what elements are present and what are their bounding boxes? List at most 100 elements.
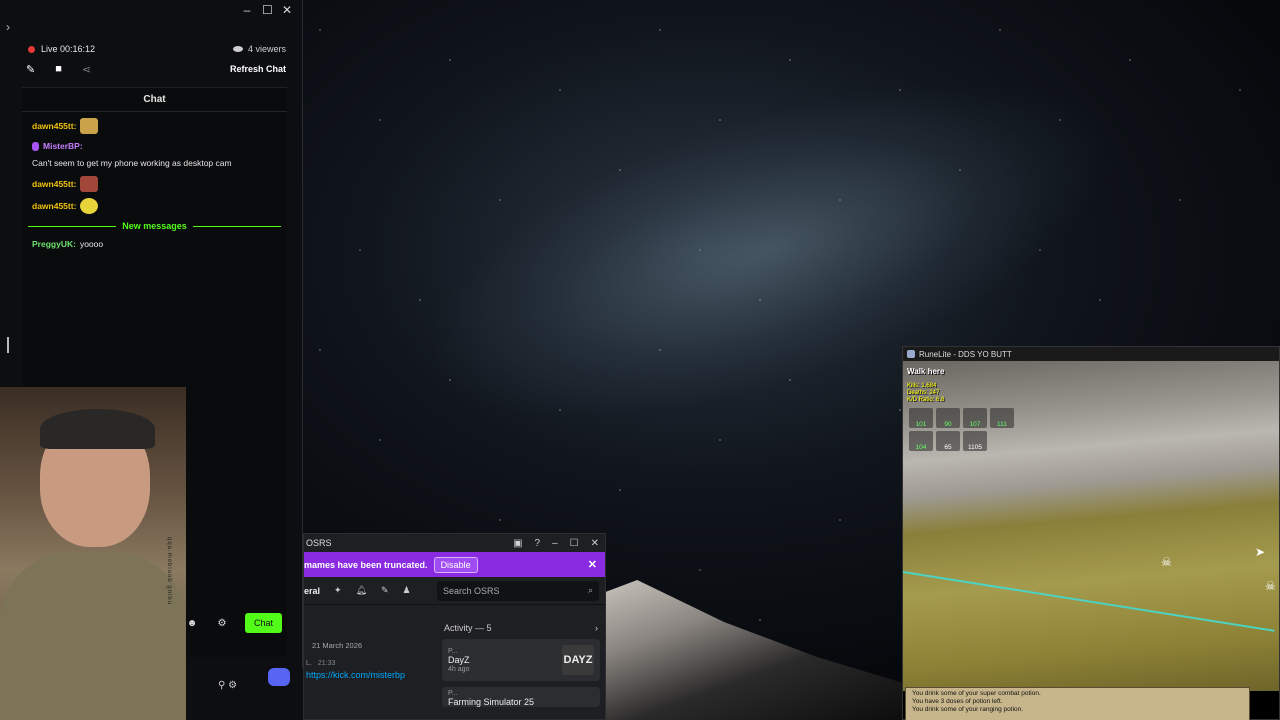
camera-icon[interactable]: ■ bbox=[55, 63, 62, 76]
chat-message: dawn455tt: bbox=[22, 173, 287, 195]
live-status: Live 00:16:12 bbox=[28, 44, 95, 54]
chat-input-controls: ☻ ⚙ Chat bbox=[185, 613, 283, 633]
stat-defence: 107 bbox=[963, 408, 987, 428]
discord-channel-title: OSRS bbox=[306, 538, 332, 548]
kdr-overlay: Kills: 1,684 Deaths: 247 K/D Ratio: 6.8 bbox=[907, 383, 944, 404]
pin-icon[interactable]: ✎ bbox=[381, 585, 389, 596]
threads-icon[interactable]: ✦ bbox=[334, 585, 342, 596]
runelite-window: RuneLite - DDS YO BUTT Walk here Kills: … bbox=[902, 346, 1280, 720]
chat-message: dawn455tt: bbox=[22, 115, 287, 137]
banner-text: mames have been truncated. bbox=[304, 559, 428, 570]
message-author[interactable]: L. bbox=[306, 660, 312, 667]
stat-prayer: 65 bbox=[936, 431, 960, 451]
runelite-title: RuneLite - DDS YO BUTT bbox=[919, 349, 1012, 359]
game-chat-line: You have 3 doses of potion left. bbox=[912, 698, 1003, 705]
search-input[interactable]: Search OSRS ⌕ bbox=[437, 580, 599, 601]
toolbar: ✎ ■ ⋖ bbox=[26, 63, 91, 76]
dayz-logo: DAYZ bbox=[562, 645, 594, 675]
subscriber-badge-icon bbox=[32, 142, 39, 151]
viewer-count: 4 viewers bbox=[232, 44, 286, 54]
disable-button[interactable]: Disable bbox=[433, 556, 478, 573]
search-icon: ⌕ bbox=[587, 585, 593, 595]
channel-tab[interactable]: eral bbox=[304, 586, 320, 596]
kick-link[interactable]: https://kick.com/misterbp bbox=[306, 669, 416, 682]
game-chatbox[interactable]: You drink some of your super combat poti… bbox=[905, 687, 1250, 720]
message-time: 21:33 bbox=[317, 660, 336, 667]
live-timer: Live 00:16:12 bbox=[41, 44, 96, 54]
wilderness-line bbox=[902, 571, 1275, 632]
emote-icon bbox=[80, 198, 99, 214]
chevron-right-icon: › bbox=[595, 623, 598, 633]
refresh-chat-button[interactable]: Refresh Chat bbox=[230, 64, 286, 74]
activity-user: P... bbox=[448, 647, 458, 655]
chat-username[interactable]: dawn455tt: bbox=[32, 178, 76, 191]
bell-icon[interactable]: 🔔︎ bbox=[356, 585, 367, 596]
activity-card[interactable]: P... DayZ 4h ago DAYZ bbox=[442, 639, 600, 681]
chat-username[interactable]: PreggyUK: bbox=[32, 238, 76, 251]
date-divider: 21 March 2026 bbox=[312, 641, 363, 650]
help-icon[interactable]: ? bbox=[535, 538, 541, 549]
game-viewport[interactable]: Walk here Kills: 1,684 Deaths: 247 K/D R… bbox=[902, 361, 1279, 691]
runelite-logo-icon bbox=[907, 350, 915, 358]
new-messages-divider: New messages bbox=[22, 217, 287, 235]
message-meta: L. 21:33 bbox=[306, 660, 434, 667]
close-banner-icon[interactable]: ✕ bbox=[588, 558, 597, 571]
inbox-icon[interactable]: ▣ bbox=[513, 538, 522, 549]
members-icon[interactable]: ♟ bbox=[403, 585, 411, 596]
close-icon[interactable]: ✕ bbox=[282, 3, 292, 17]
chat-username[interactable]: dawn455tt: bbox=[32, 200, 76, 213]
send-chat-button[interactable]: Chat bbox=[245, 613, 283, 633]
game-title: DayZ bbox=[448, 654, 470, 665]
chevron-right-icon[interactable]: › bbox=[6, 20, 10, 34]
viewers-label: 4 viewers bbox=[247, 44, 286, 54]
minimize-icon[interactable]: – bbox=[242, 3, 252, 17]
discord-icon[interactable] bbox=[268, 668, 290, 686]
chat-message: dawn455tt: bbox=[22, 195, 287, 217]
chat-username[interactable]: dawn455tt: bbox=[32, 120, 76, 133]
maximize-icon[interactable]: ☐ bbox=[570, 538, 579, 549]
eye-icon bbox=[232, 46, 243, 52]
chat-message: PreggyUK: yoooo bbox=[22, 235, 287, 254]
chat-message: MisterBP: Can't seem to get my phone wor… bbox=[22, 137, 287, 173]
kills-count: Kills: 1,684 bbox=[907, 383, 937, 389]
discord-overlay: OSRS ▣ ? – ☐ ✕ mames have been truncated… bbox=[303, 533, 606, 720]
kd-ratio: K/D Ratio: 6.8 bbox=[907, 397, 945, 403]
game-title: Farming Simulator 25 bbox=[448, 697, 535, 707]
emoji-icon[interactable]: ☻ bbox=[185, 616, 199, 630]
stat-run-energy: 1105 bbox=[963, 431, 987, 451]
search-placeholder: Search OSRS bbox=[443, 585, 500, 596]
mouse-cursor-icon: ➤ bbox=[1255, 545, 1266, 559]
truncation-banner: mames have been truncated. Disable ✕ bbox=[304, 552, 605, 577]
streamer-cap bbox=[40, 409, 155, 449]
stat-ranged: 111 bbox=[990, 408, 1014, 428]
activity-card[interactable]: P... Farming Simulator 25 bbox=[442, 687, 600, 707]
discord-toolbar: eral ✦ 🔔︎ ✎ ♟ Search OSRS ⌕ bbox=[304, 577, 605, 605]
deaths-count: Deaths: 247 bbox=[907, 390, 940, 396]
skull-icon: ☠ bbox=[1161, 555, 1172, 569]
scrollbar[interactable] bbox=[7, 337, 9, 353]
activity-header[interactable]: Activity — 5 › bbox=[434, 609, 606, 633]
stat-strength: 90 bbox=[936, 408, 960, 428]
hover-action-text: Walk here bbox=[907, 367, 945, 376]
stat-attack: 101 bbox=[909, 408, 933, 428]
chat-text: Can't seem to get my phone working as de… bbox=[32, 158, 232, 168]
game-chat-line: You drink some of your ranging potion. bbox=[912, 706, 1024, 713]
chat-username[interactable]: MisterBP: bbox=[43, 140, 83, 153]
message-area: 21 March 2026 L. 21:33 https://kick.com/… bbox=[304, 609, 434, 720]
close-icon[interactable]: ✕ bbox=[591, 538, 599, 549]
boosted-stats-overlay: 101 90 107 111 104 65 1105 bbox=[909, 408, 1014, 451]
user-settings-icon[interactable]: ⚲ ⚙ bbox=[218, 680, 237, 691]
maximize-icon[interactable]: ☐ bbox=[262, 3, 273, 17]
activity-panel: Activity — 5 › P... DayZ 4h ago DAYZ P..… bbox=[434, 609, 606, 720]
activity-user: P... bbox=[448, 690, 458, 697]
minimize-icon[interactable]: – bbox=[552, 538, 558, 549]
activity-label: Activity — 5 bbox=[444, 623, 492, 633]
pencil-icon[interactable]: ✎ bbox=[26, 63, 35, 76]
streamer-torso bbox=[0, 552, 186, 720]
skull-icon: ☠ bbox=[1265, 579, 1276, 593]
settings-gear-icon[interactable]: ⚙ bbox=[215, 616, 229, 630]
chat-title: Chat bbox=[22, 88, 287, 112]
share-icon[interactable]: ⋖ bbox=[82, 63, 91, 76]
live-dot-icon bbox=[28, 45, 35, 53]
emote-icon bbox=[80, 176, 99, 192]
